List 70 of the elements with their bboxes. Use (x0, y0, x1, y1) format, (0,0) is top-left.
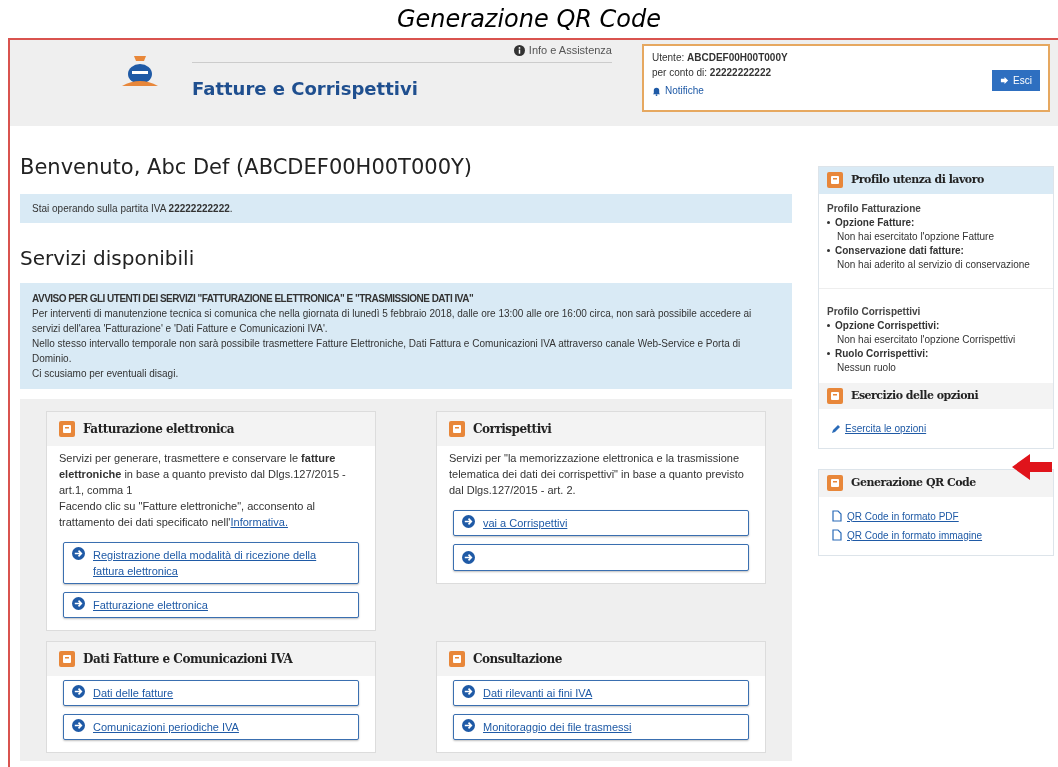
account-info: per conto di: 22222222222 (652, 66, 772, 80)
card-title: Dati Fatture e Comunicazioni IVA (83, 650, 293, 668)
profile-label: Conservazione dati fatture: (835, 243, 964, 258)
pointer-arrow (1010, 452, 1054, 482)
logout-button[interactable]: Esci (992, 70, 1040, 91)
bell-icon (652, 85, 661, 96)
service-link[interactable] (453, 543, 749, 571)
services-heading: Servizi disponibili (20, 244, 196, 272)
arrow-circle-icon (462, 718, 475, 732)
arrow-circle-icon (462, 684, 475, 698)
page-caption: Generazione QR Code (396, 4, 662, 35)
notifications-link[interactable]: Notifiche (652, 83, 788, 98)
bullet-icon (827, 221, 830, 224)
bullet-icon (827, 352, 830, 355)
document-icon (831, 510, 843, 522)
notice-title: AVVISO PER GLI UTENTI DEI SERVIZI "FATTURAZIONE ELETTRONICA" E "TRASMISSIONE DATI IVA" (32, 291, 475, 306)
service-link[interactable]: vai a Corrispettivi (453, 509, 749, 536)
profile-value: Non hai aderito al servizio di conservazione (836, 257, 1031, 272)
document-icon (59, 420, 75, 437)
profile-label: Opzione Corrispettivi: (835, 318, 940, 333)
panel-title: Profilo utenza di lavoro (851, 172, 984, 188)
informativa-link[interactable]: Informativa. (230, 515, 288, 528)
profile-value: Non hai esercitato l'opzione Fatture (836, 229, 995, 244)
options-link[interactable]: Esercita le opzioni (819, 409, 1053, 448)
section-title: Profilo Fatturazione (827, 201, 922, 216)
card-description: Servizi per "la memorizzazione elettronica e la trasmissione telematica dei dati dei corrispettivi" in base a quanto previsto dal Dlgs.127/2015 - art. 2. (449, 450, 745, 498)
document-icon (59, 650, 75, 667)
panel-title: Generazione QR Code (851, 475, 976, 491)
profile-value: Non hai esercitato l'opzione Corrispettivi (836, 332, 1017, 347)
card-title: Fatturazione elettronica (83, 420, 235, 438)
welcome-heading: Benvenuto, Abc Def (ABCDEF00H00T000Y) (20, 154, 474, 181)
arrow-circle-icon (72, 596, 85, 610)
document-icon (831, 529, 843, 541)
notice-text: Ci scusiamo per eventuali disagi. (32, 366, 180, 381)
logout-icon (1000, 76, 1010, 85)
document-icon (449, 420, 465, 437)
card-description: Facendo clic su "Fatture elettroniche", acconsento al trattamento dei dati specificato nell'Informativa. (59, 498, 317, 530)
arrow-circle-icon (462, 514, 475, 528)
service-link[interactable]: Registrazione della modalità di ricezione della fattura elettronica (63, 541, 359, 584)
edit-icon (831, 423, 841, 434)
app-title: Fatture e Corrispettivi (192, 76, 419, 101)
profile-label: Opzione Fatture: (835, 215, 915, 230)
service-link[interactable]: Comunicazioni periodiche IVA (63, 713, 359, 740)
arrow-circle-icon (72, 684, 85, 698)
qr-link[interactable]: QR Code in formato PDF (831, 508, 1041, 524)
arrow-circle-icon (72, 718, 85, 732)
service-link[interactable]: Dati delle fatture (63, 679, 359, 706)
service-link[interactable]: Dati rilevanti ai fini IVA (453, 679, 749, 706)
card-title: Consultazione (473, 650, 562, 668)
service-link[interactable]: Fatturazione elettronica (63, 591, 359, 618)
section-title: Profilo Corrispettivi (827, 304, 922, 319)
vat-notice: Stai operando sulla partita IVA 22222222222. (20, 193, 792, 223)
notice-text: Per interventi di manutenzione tecnica si comunica che nella giornata di lunedì 5 febbraio 2018, dalle ore 13:00 alle ore 16:00 circa, non sarà possibile accedere ai servizi dell'area 'Fatturazione' e 'Dati Fatture e Comunicazioni IVA'. (32, 306, 753, 336)
card-title: Corrispettivi (473, 420, 552, 438)
arrow-circle-icon (462, 550, 475, 564)
info-link[interactable]: Info e Assistenza (513, 42, 612, 59)
panel-title: Esercizio delle opzioni (851, 387, 979, 404)
bullet-icon (827, 249, 830, 252)
arrow-circle-icon (72, 546, 85, 560)
logo-icon (120, 54, 160, 88)
user-info: Utente: ABCDEF00H00T000Y (652, 51, 788, 65)
card-description: Servizi per generare, trasmettere e conservare le fatture elettroniche in base a quanto previsto dal Dlgs.127/2015 - art.1, comma 1 (59, 450, 347, 498)
info-icon (513, 44, 525, 56)
profile-label: Ruolo Corrispettivi: (835, 346, 929, 361)
qr-link[interactable]: QR Code in formato immagine (831, 527, 1041, 543)
bullet-icon (827, 324, 830, 327)
document-icon (449, 650, 465, 667)
profile-value: Nessun ruolo (836, 360, 897, 375)
service-link[interactable]: Monitoraggio dei file trasmessi (453, 713, 749, 740)
notice-text: Nello stesso intervallo temporale non sarà possibile trasmettere Fatture Elettroniche, Dati Fattura e Comunicazioni IVA attraverso canale Web-Service e Porta di Dominio. (32, 336, 742, 366)
